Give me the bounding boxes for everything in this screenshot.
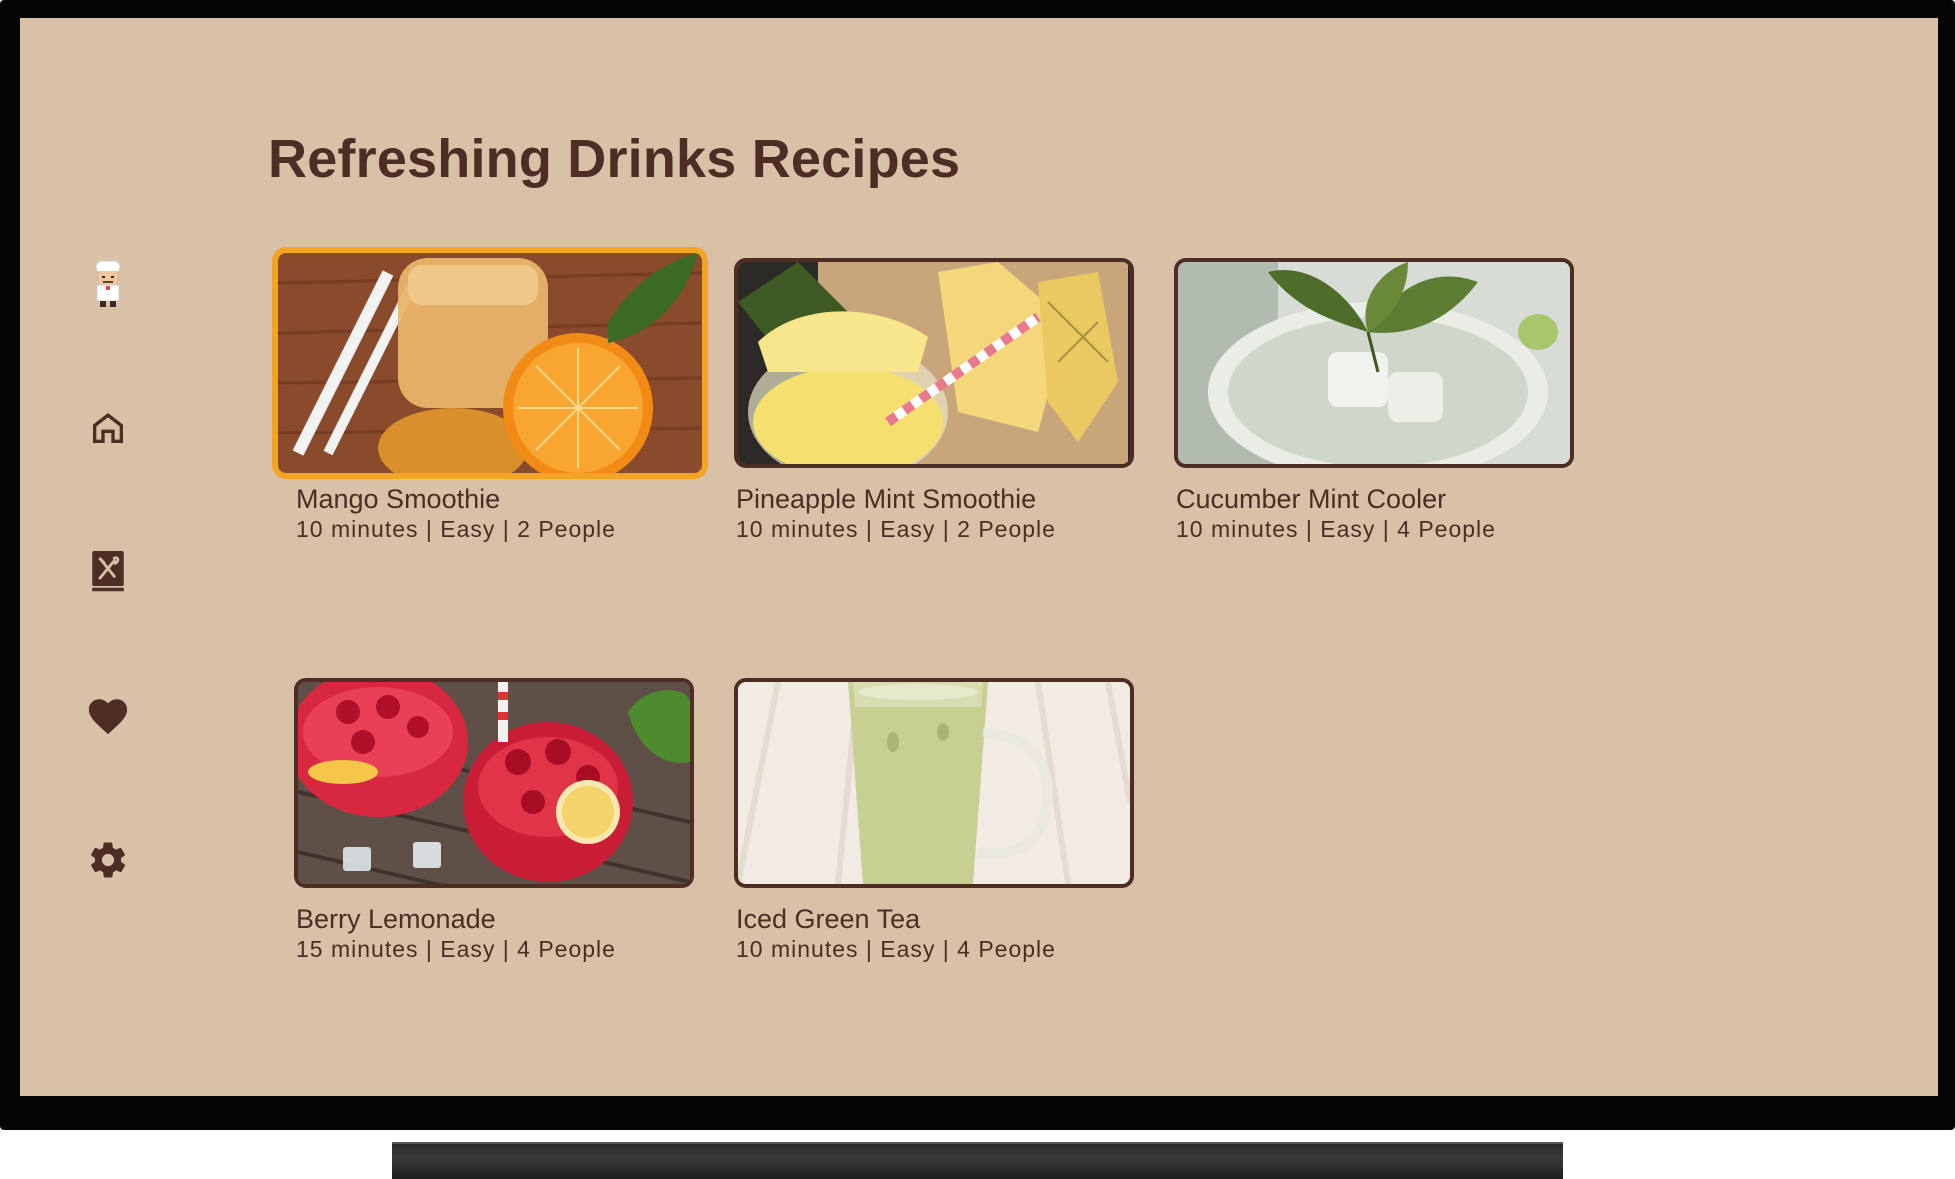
recipe-thumbnail: [272, 247, 708, 479]
recipe-title: Berry Lemonade: [296, 904, 496, 934]
cucumber-cooler-image: [1178, 262, 1570, 464]
recipe-meta: 10 minutes | Easy | 2 People: [296, 516, 616, 542]
recipe-title: Mango Smoothie: [296, 484, 501, 514]
recipe-title: Pineapple Mint Smoothie: [736, 484, 1037, 514]
recipe-title: Iced Green Tea: [736, 904, 921, 934]
recipe-meta: 10 minutes | Easy | 4 People: [736, 936, 1056, 962]
page-title: Refreshing Drinks Recipes: [268, 129, 961, 189]
recipe-thumbnail: [734, 678, 1134, 888]
tv-stand: [392, 1142, 1563, 1179]
berry-lemonade-image: [298, 682, 690, 884]
tv-frame: Refreshing Drinks Recipes Mango Smoothie…: [0, 0, 1955, 1130]
chef-avatar-icon: [95, 260, 121, 307]
recipe-meta: 10 minutes | Easy | 2 People: [736, 516, 1056, 542]
recipe-title: Cucumber Mint Cooler: [1176, 484, 1447, 514]
app-screen: Refreshing Drinks Recipes Mango Smoothie…: [20, 18, 1938, 1096]
nav-item-home[interactable]: [68, 388, 148, 468]
recipe-book-icon: [92, 551, 124, 592]
home-icon: [93, 413, 123, 443]
recipe-thumbnail: [294, 678, 694, 888]
nav-item-favorites[interactable]: [68, 676, 148, 756]
nav-item-profile[interactable]: [68, 244, 148, 324]
nav-item-settings[interactable]: [68, 820, 148, 900]
iced-green-tea-image: [738, 682, 1130, 884]
recipe-thumbnail: [734, 258, 1134, 468]
pineapple-smoothie-image: [738, 262, 1130, 464]
recipe-thumbnail: [1174, 258, 1574, 468]
mango-smoothie-image: [278, 253, 702, 473]
recipe-meta: 10 minutes | Easy | 4 People: [1176, 516, 1496, 542]
recipe-meta: 15 minutes | Easy | 4 People: [296, 936, 616, 962]
heart-icon: [88, 699, 128, 735]
gear-icon: [91, 842, 126, 878]
nav-item-recipes[interactable]: [68, 532, 148, 612]
